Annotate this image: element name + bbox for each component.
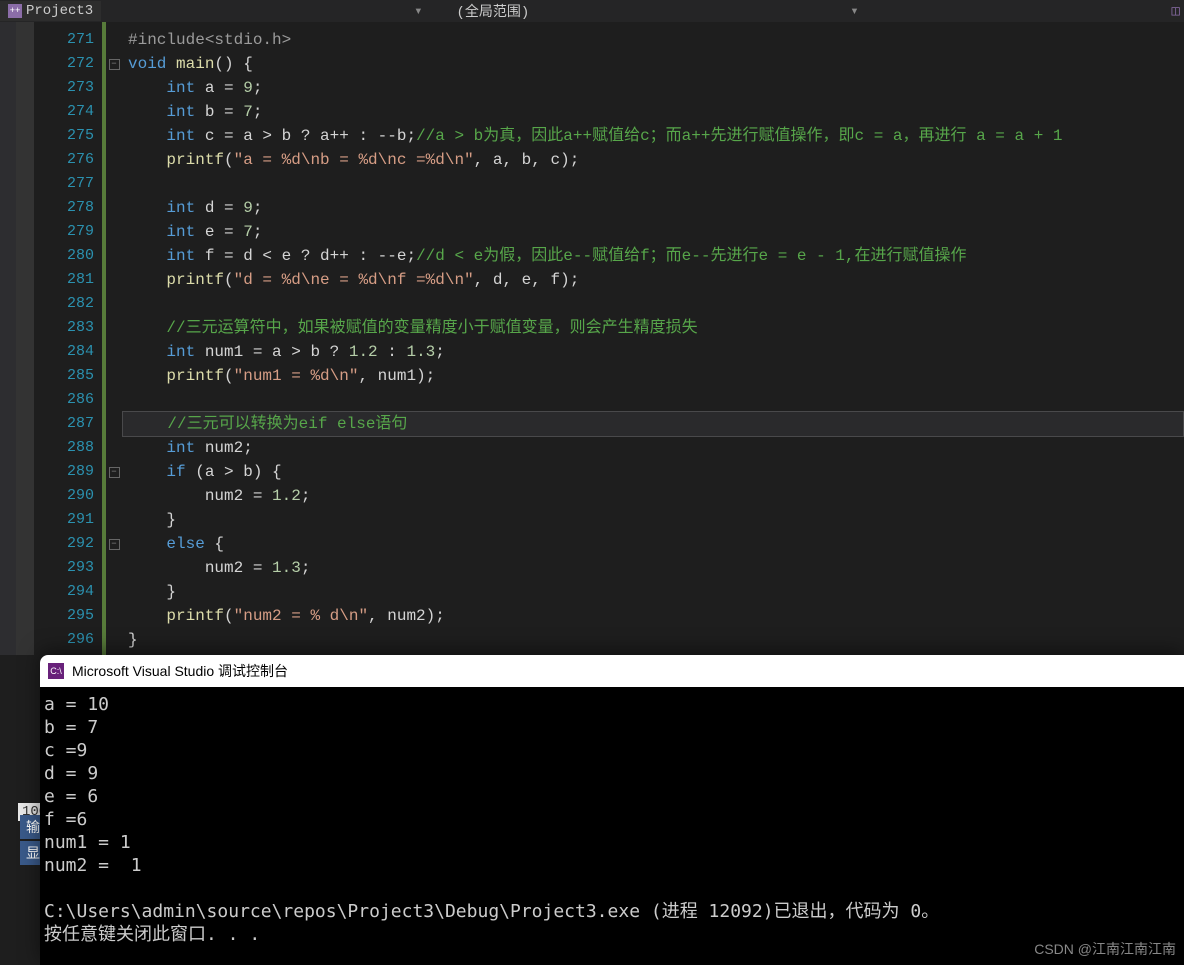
code-line[interactable]: printf("a = %d\nb = %d\nc =%d\n", a, b, … [122, 148, 1184, 172]
debug-console: C:\ Microsoft Visual Studio 调试控制台 a = 10… [40, 655, 1184, 965]
code-line[interactable]: int e = 7; [122, 220, 1184, 244]
code-line[interactable]: //三元可以转换为eif else语句 [122, 411, 1184, 437]
scope-dropdown[interactable]: (全局范围) [449, 1, 538, 21]
code-line[interactable]: num2 = 1.3; [122, 556, 1184, 580]
code-line[interactable]: #include<stdio.h> [122, 28, 1184, 52]
tab-label: Project3 [26, 3, 93, 19]
code-area[interactable]: #include<stdio.h>void main() { int a = 9… [122, 22, 1184, 655]
vs-icon: C:\ [48, 663, 64, 679]
code-line[interactable]: printf("d = %d\ne = %d\nf =%d\n", d, e, … [122, 268, 1184, 292]
code-line[interactable]: int a = 9; [122, 76, 1184, 100]
watermark: CSDN @江南江南江南 [1034, 939, 1176, 959]
fold-margin[interactable]: − − − [106, 22, 122, 655]
code-line[interactable] [122, 172, 1184, 196]
top-tab-bar: ++ Project3 ▾ (全局范围) ▾ ◫ [0, 0, 1184, 23]
code-line[interactable]: if (a > b) { [122, 460, 1184, 484]
code-line[interactable]: //三元运算符中，如果被赋值的变量精度小于赋值变量，则会产生精度损失 [122, 316, 1184, 340]
code-line[interactable]: int num2; [122, 436, 1184, 460]
code-editor[interactable]: 2712722732742752762772782792802812822832… [16, 22, 1184, 655]
code-line[interactable]: } [122, 508, 1184, 532]
code-line[interactable]: num2 = 1.2; [122, 484, 1184, 508]
bookmark-margin [16, 22, 34, 655]
code-line[interactable]: int b = 7; [122, 100, 1184, 124]
code-line[interactable]: int d = 9; [122, 196, 1184, 220]
code-line[interactable]: int c = a > b ? a++ : --b;//a > b为真，因此a+… [122, 124, 1184, 148]
left-margin [0, 22, 16, 655]
code-line[interactable]: void main() { [122, 52, 1184, 76]
code-line[interactable] [122, 388, 1184, 412]
scope-arrow[interactable]: ▾ [844, 3, 864, 20]
code-line[interactable]: printf("num2 = % d\n", num2); [122, 604, 1184, 628]
nav-dropdown[interactable]: ▾ [408, 3, 428, 20]
line-numbers: 2712722732742752762772782792802812822832… [34, 22, 102, 655]
code-line[interactable]: } [122, 580, 1184, 604]
code-line[interactable]: int f = d < e ? d++ : --e;//d < e为假，因此e-… [122, 244, 1184, 268]
console-title-text: Microsoft Visual Studio 调试控制台 [72, 661, 288, 681]
code-line[interactable]: } [122, 628, 1184, 652]
console-output[interactable]: a = 10 b = 7 c =9 d = 9 e = 6 f =6 num1 … [40, 687, 1184, 952]
code-line[interactable]: else { [122, 532, 1184, 556]
code-line[interactable]: int num1 = a > b ? 1.2 : 1.3; [122, 340, 1184, 364]
console-titlebar[interactable]: C:\ Microsoft Visual Studio 调试控制台 [40, 655, 1184, 687]
file-tab[interactable]: ++ Project3 [0, 1, 101, 21]
code-line[interactable]: printf("num1 = %d\n", num1); [122, 364, 1184, 388]
cpp-icon: ++ [8, 4, 22, 18]
split-icon[interactable]: ◫ [1172, 3, 1180, 20]
code-line[interactable] [122, 292, 1184, 316]
